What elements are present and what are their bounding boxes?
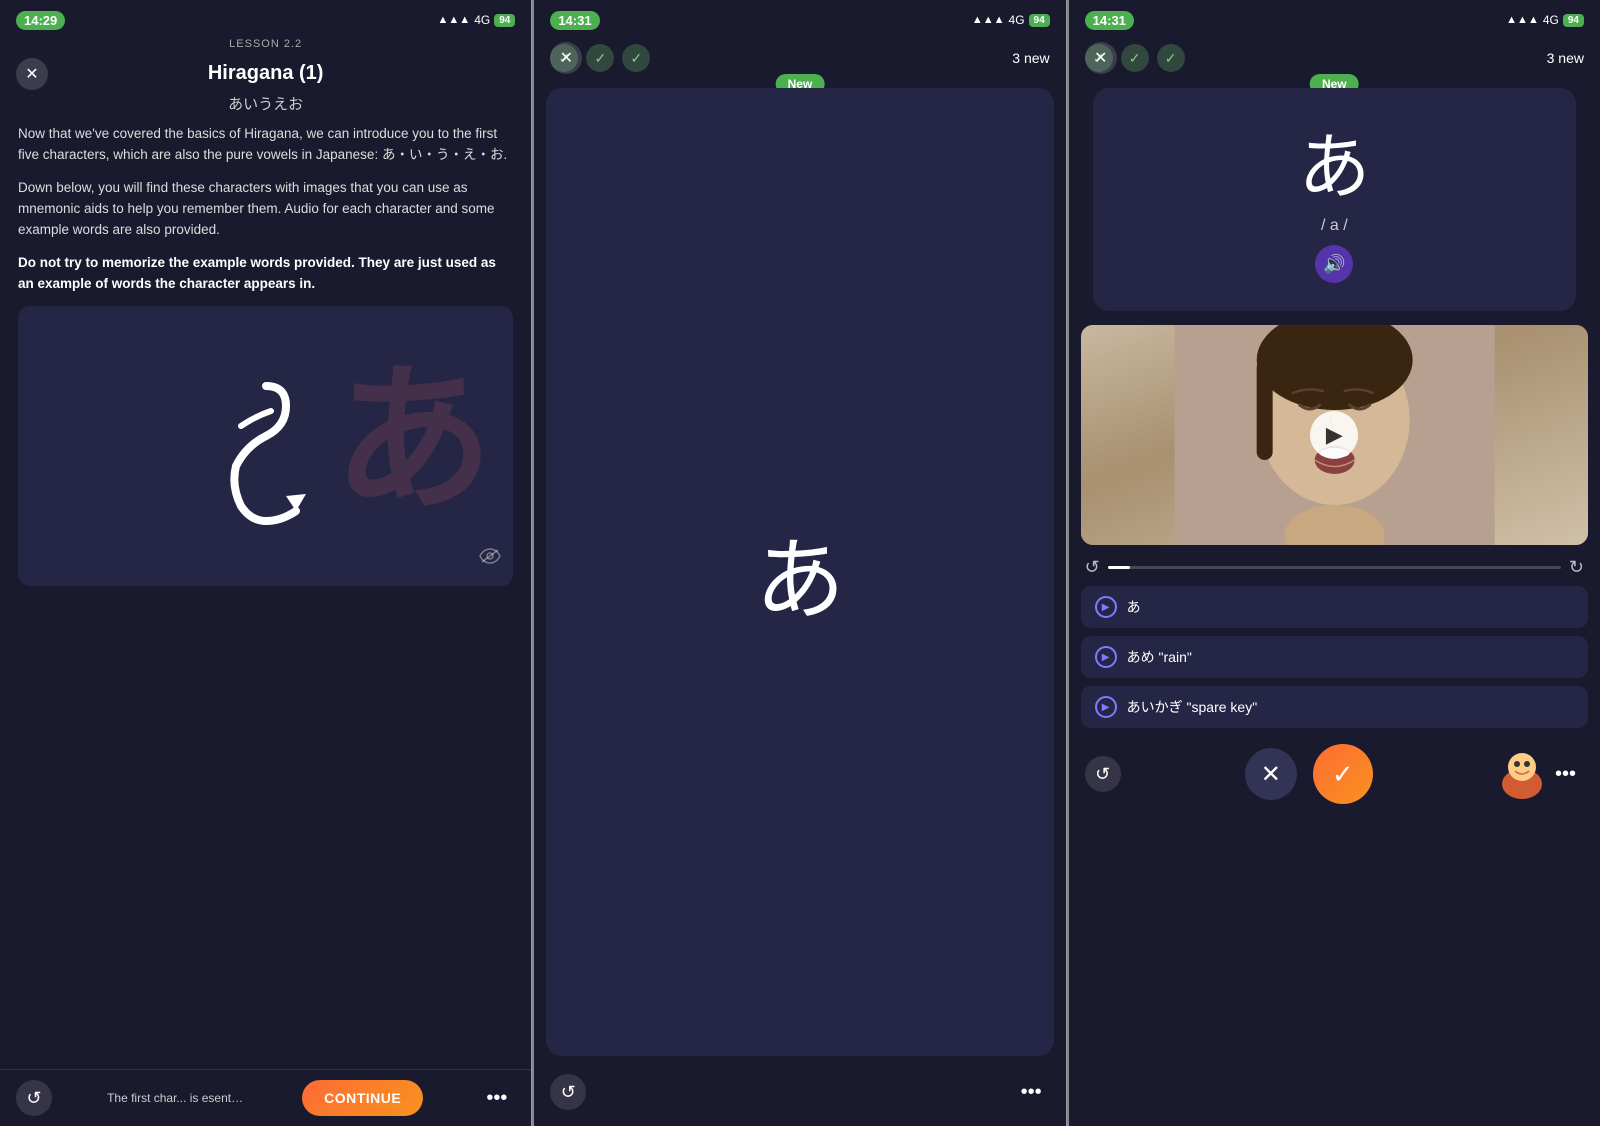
- status-right-1: ▲▲▲ 4G 94: [438, 13, 516, 27]
- screen1-title: Hiragana (1): [208, 62, 324, 85]
- flash-card-3: あ / a / 🔊: [1093, 88, 1576, 311]
- back-button-2[interactable]: ↺: [550, 1074, 586, 1110]
- lesson-label: LESSON 2.2: [0, 36, 531, 54]
- card-char-2: あ: [755, 507, 845, 637]
- signal-icon-3: ▲▲▲: [1506, 14, 1539, 26]
- battery-2: 94: [1029, 14, 1050, 27]
- screen-1: 14:29 ▲▲▲ 4G 94 LESSON 2.2 ✕ Hiragana (1…: [0, 0, 532, 1126]
- close-button-3[interactable]: ✕: [1085, 42, 1117, 74]
- word-play-2[interactable]: ▶: [1095, 646, 1117, 668]
- network-3: 4G: [1543, 13, 1559, 27]
- mnemonic-card: あ: [18, 306, 513, 586]
- status-bar-2: 14:31 ▲▲▲ 4G 94: [534, 0, 1065, 36]
- back-button-3[interactable]: ↺: [1085, 756, 1121, 792]
- audio-button-3[interactable]: 🔊: [1315, 245, 1353, 283]
- battery-1: 94: [494, 14, 515, 27]
- word-text-3: あいかぎ "spare key": [1127, 697, 1258, 717]
- video-progress-bar[interactable]: [1108, 566, 1561, 569]
- mnemonic-drawing: [186, 346, 346, 546]
- status-bar-3: 14:31 ▲▲▲ 4G 94: [1069, 0, 1600, 36]
- new-count-3: 3 new: [1547, 50, 1584, 66]
- screen-3: 14:31 ▲▲▲ 4G 94 ✕ ✓ ✓ ✓ 3 new New あ / a …: [1069, 0, 1600, 1126]
- card-container-2: New あ: [546, 88, 1053, 1056]
- status-bar-1: 14:29 ▲▲▲ 4G 94: [0, 0, 531, 36]
- time-1: 14:29: [16, 11, 65, 30]
- card-container-3: New あ / a / 🔊: [1081, 88, 1588, 311]
- word-row-3[interactable]: ▶ あいかぎ "spare key": [1081, 686, 1588, 728]
- screen3-bottom: ↺ ✕ ✓ •••: [1069, 736, 1600, 820]
- video-play-button[interactable]: ▶: [1310, 411, 1358, 459]
- check-3b: ✓: [1121, 44, 1149, 72]
- video-forward-btn[interactable]: ↻: [1569, 557, 1584, 578]
- hide-icon[interactable]: [479, 543, 501, 574]
- signal-icon-2: ▲▲▲: [972, 14, 1005, 26]
- close-button-1[interactable]: ✕: [16, 58, 48, 90]
- video-area-3[interactable]: ▶: [1081, 325, 1588, 545]
- word-text-1: あ: [1127, 597, 1141, 617]
- wrong-button[interactable]: ✕: [1245, 748, 1297, 800]
- card-romaji-3: / a /: [1109, 217, 1560, 235]
- screen1-bottom-bar: ↺ The first char... is esented a... ciat…: [0, 1069, 531, 1126]
- word-row-1[interactable]: ▶ あ: [1081, 586, 1588, 628]
- mnemonic-bg-char: あ: [333, 316, 493, 564]
- body-para-1: Now that we've covered the basics of Hir…: [18, 124, 513, 166]
- more-options-3[interactable]: •••: [1547, 759, 1584, 790]
- body-para-2: Down below, you will find these characte…: [18, 178, 513, 241]
- back-button-1[interactable]: ↺: [16, 1080, 52, 1116]
- body-para-3: Do not try to memorize the example words…: [18, 253, 513, 295]
- continue-button[interactable]: CONTINUE: [302, 1080, 423, 1116]
- bottom-preview: The first char... is esented a... ciatio…: [107, 1091, 247, 1105]
- word-row-2[interactable]: ▶ あめ "rain": [1081, 636, 1588, 678]
- word-play-1[interactable]: ▶: [1095, 596, 1117, 618]
- time-2: 14:31: [550, 11, 599, 30]
- video-replay-btn[interactable]: ↺: [1085, 557, 1100, 578]
- mascot-svg: [1497, 749, 1547, 799]
- screen2-bottom: ↺ •••: [534, 1064, 1065, 1126]
- word-play-3[interactable]: ▶: [1095, 696, 1117, 718]
- network-1: 4G: [474, 13, 490, 27]
- word-text-2: あめ "rain": [1127, 647, 1192, 667]
- signal-icon-1: ▲▲▲: [438, 14, 471, 26]
- screen1-header: ✕ Hiragana (1): [0, 54, 531, 89]
- battery-3: 94: [1563, 14, 1584, 27]
- status-right-2: ▲▲▲ 4G 94: [972, 13, 1050, 27]
- network-2: 4G: [1009, 13, 1025, 27]
- correct-button[interactable]: ✓: [1313, 744, 1373, 804]
- time-3: 14:31: [1085, 11, 1134, 30]
- more-options-2[interactable]: •••: [1013, 1077, 1050, 1108]
- flash-card-2[interactable]: あ: [546, 88, 1053, 1056]
- video-controls-3: ↺ ↻: [1069, 553, 1600, 582]
- screen1-subtitle: あいうえお: [0, 89, 531, 124]
- status-right-3: ▲▲▲ 4G 94: [1506, 13, 1584, 27]
- screen1-body: Now that we've covered the basics of Hir…: [0, 124, 531, 1069]
- mascot: [1497, 749, 1547, 799]
- check-3: ✓: [622, 44, 650, 72]
- check-2: ✓: [586, 44, 614, 72]
- new-count-2: 3 new: [1012, 50, 1049, 66]
- check-3c: ✓: [1157, 44, 1185, 72]
- screen-2: 14:31 ▲▲▲ 4G 94 ✕ ✓ ✓ ✓ 3 new New あ: [534, 0, 1066, 1126]
- more-options-1[interactable]: •••: [478, 1083, 515, 1114]
- video-progress-fill: [1108, 566, 1131, 569]
- card-char-3: あ: [1109, 108, 1560, 213]
